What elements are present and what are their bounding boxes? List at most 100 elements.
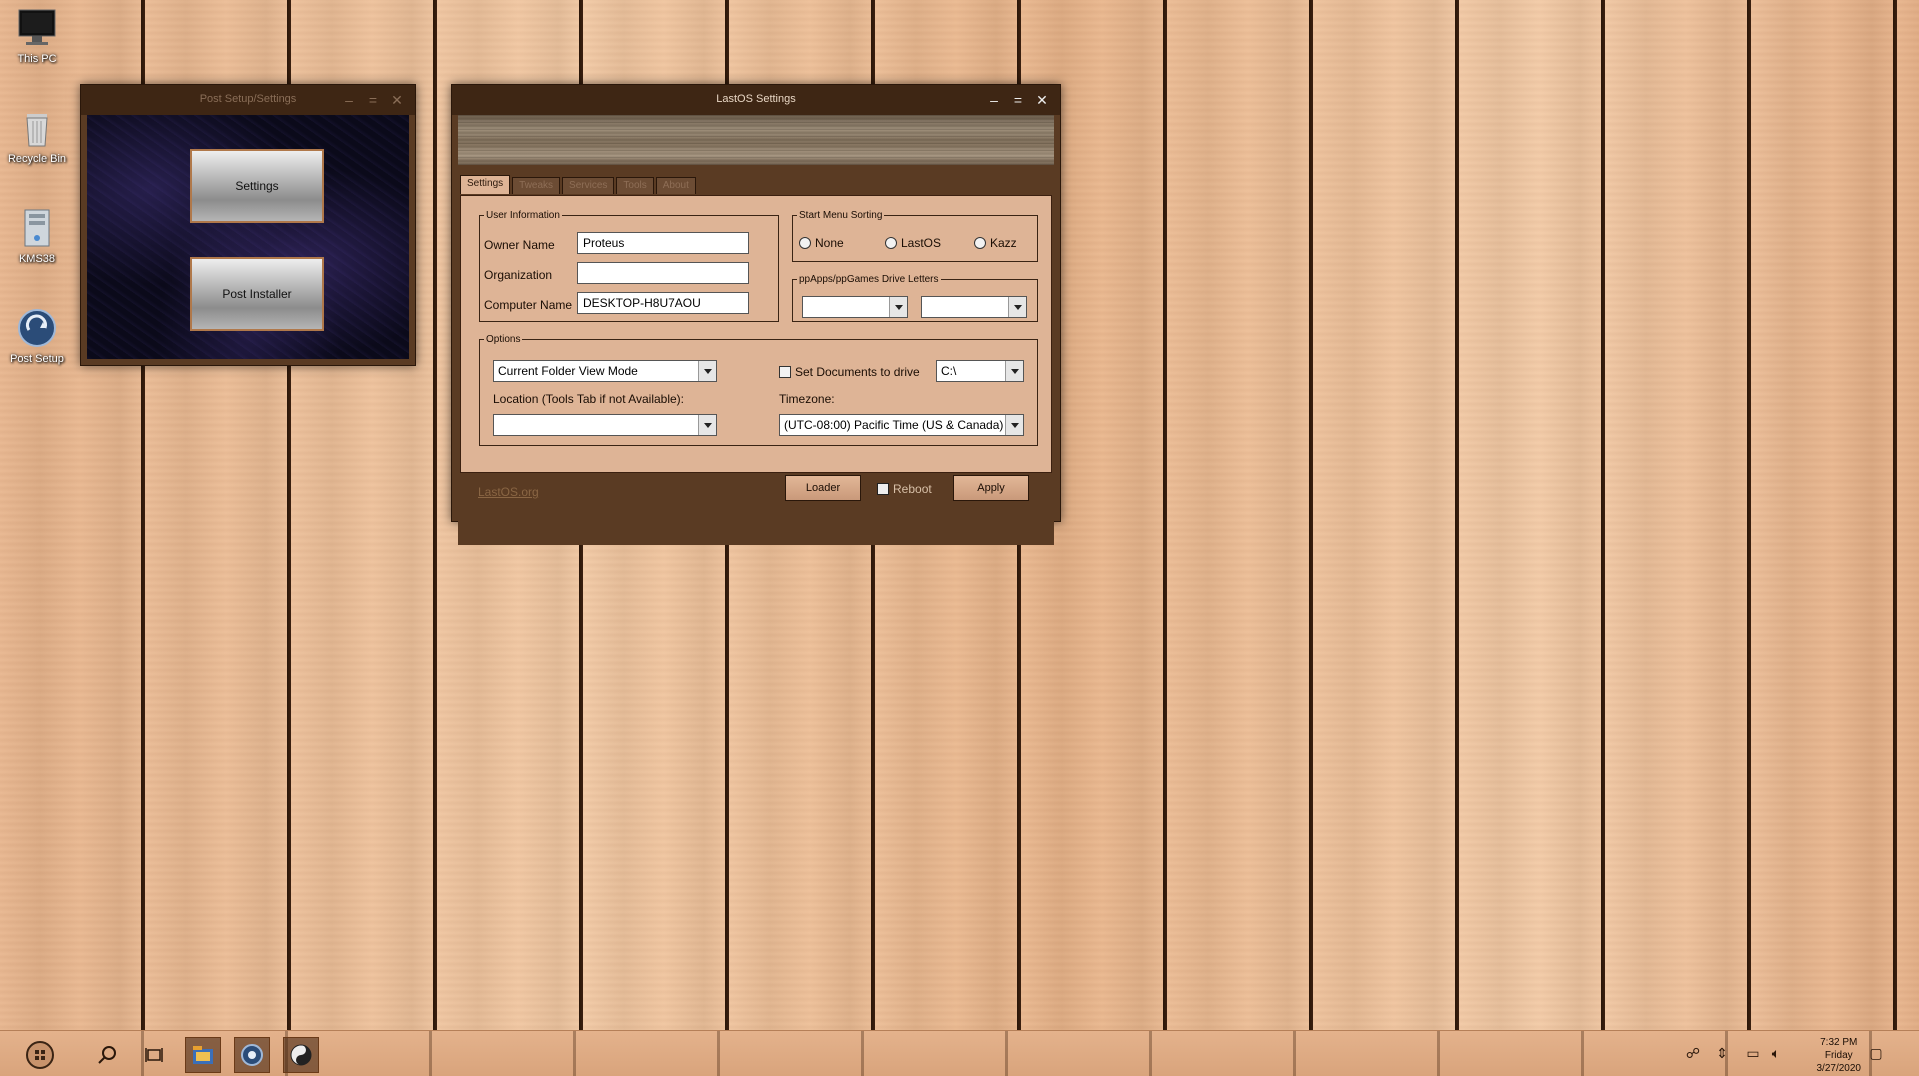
radio-label: Kazz — [990, 236, 1017, 250]
timezone-label: Timezone: — [779, 392, 835, 406]
radio-lastos[interactable]: LastOS — [885, 236, 941, 250]
title-bar: Post Setup/Settings – = ✕ — [81, 85, 415, 115]
search-button[interactable] — [89, 1037, 125, 1073]
organization-label: Organization — [484, 268, 553, 282]
settings-button[interactable]: Settings — [190, 149, 324, 223]
tab-settings[interactable]: Settings — [460, 175, 511, 194]
close-icon[interactable]: ✕ — [1030, 89, 1054, 111]
desktop-icon-recycle-bin[interactable]: Recycle Bin — [6, 106, 68, 165]
wood-banner — [458, 115, 1054, 165]
start-button[interactable] — [22, 1037, 58, 1073]
task-view-button[interactable] — [136, 1037, 172, 1073]
chevron-down-icon — [1008, 297, 1026, 317]
location-select[interactable] — [493, 414, 717, 436]
owner-name-label: Owner Name — [484, 238, 555, 252]
radio-label: None — [815, 236, 844, 250]
desktop-icon-kms38[interactable]: KMS38 — [6, 206, 68, 265]
checkbox-label: Reboot — [893, 482, 932, 496]
timezone-select[interactable]: (UTC-08:00) Pacific Time (US & Canada) — [779, 414, 1024, 436]
location-label: Location (Tools Tab if not Available): — [493, 392, 685, 406]
checkbox-icon — [779, 366, 791, 378]
show-hidden-icons-icon[interactable]: ⇕ — [1713, 1044, 1731, 1062]
task-view-icon — [145, 1048, 163, 1062]
apply-button[interactable]: Apply — [953, 475, 1029, 501]
computer-name-input[interactable]: DESKTOP-H8U7AOU — [577, 292, 749, 314]
radio-circle-icon — [799, 237, 811, 249]
taskbar-app-explorer[interactable] — [185, 1037, 221, 1073]
select-value: Current Folder View Mode — [498, 364, 638, 378]
minimize-icon[interactable]: – — [337, 89, 361, 111]
tab-tools[interactable]: Tools — [616, 177, 654, 194]
close-icon[interactable]: ✕ — [385, 89, 409, 111]
people-icon[interactable]: ☍ — [1684, 1044, 1702, 1062]
desktop-icon-label: KMS38 — [18, 253, 56, 265]
volume-icon[interactable]: 🔈︎ — [1767, 1044, 1785, 1062]
radio-label: LastOS — [901, 236, 942, 250]
tab-tweaks[interactable]: Tweaks — [512, 177, 561, 194]
clock-time: 7:32 PM — [1820, 1037, 1858, 1048]
network-icon[interactable]: ▭ — [1744, 1044, 1762, 1062]
desktop-icon-label: Post Setup — [10, 353, 64, 365]
post-setup-icon — [241, 1044, 263, 1066]
radio-none[interactable]: None — [799, 236, 844, 250]
chevron-down-icon — [698, 415, 716, 435]
checkbox-label: Set Documents to drive — [795, 365, 920, 379]
lastos-settings-window: LastOS Settings – = ✕ Settings Tweaks Se… — [451, 84, 1061, 545]
folder-view-select[interactable]: Current Folder View Mode — [493, 360, 717, 382]
chevron-down-icon — [1005, 415, 1023, 435]
taskbar-app-lastos-settings[interactable] — [283, 1037, 319, 1073]
radio-circle-icon — [885, 237, 897, 249]
chevron-down-icon — [889, 297, 907, 317]
system-clock[interactable]: 7:32 PM Friday 3/27/2020 — [1817, 1036, 1862, 1075]
desktop-icon-label: This PC — [17, 53, 57, 65]
chevron-down-icon — [1005, 361, 1023, 381]
group-legend: User Information — [486, 210, 560, 221]
action-center-icon[interactable]: ▢ — [1867, 1044, 1885, 1062]
start-icon — [26, 1041, 54, 1069]
taskbar: ☍ ⇕ ▭ 🔈︎ 7:32 PM Friday 3/27/2020 ▢ — [0, 1030, 1919, 1076]
desktop-icon-label: Recycle Bin — [7, 153, 67, 165]
group-legend: Options — [486, 334, 521, 345]
post-setup-icon — [15, 306, 59, 350]
checkbox-icon — [877, 483, 889, 495]
clock-date: 3/27/2020 — [1816, 1063, 1862, 1074]
computer-name-label: Computer Name — [484, 298, 573, 312]
group-legend: ppApps/ppGames Drive Letters — [799, 274, 939, 285]
desktop-icon-post-setup[interactable]: Post Setup — [6, 306, 68, 365]
ppgames-drive-select[interactable] — [921, 296, 1027, 318]
post-setup-window: Post Setup/Settings – = ✕ Settings Post … — [80, 84, 416, 366]
kms-icon — [15, 206, 59, 250]
desktop-icon-this-pc[interactable]: This PC — [6, 6, 68, 65]
tab-strip: Settings Tweaks Services Tools About — [460, 175, 698, 194]
post-setup-background: Settings Post Installer — [87, 115, 409, 359]
window-title: LastOS Settings — [716, 93, 796, 105]
clock-day: Friday — [1824, 1050, 1853, 1061]
lastos-website-link[interactable]: LastOS.org — [478, 485, 539, 499]
monitor-icon — [15, 6, 59, 50]
minimize-icon[interactable]: – — [982, 89, 1006, 111]
select-value: C:\ — [941, 364, 957, 378]
group-legend: Start Menu Sorting — [799, 210, 883, 221]
ppapps-drive-select[interactable] — [802, 296, 908, 318]
settings-tab-content: User Information Owner Name Proteus Orga… — [460, 195, 1052, 473]
owner-name-input[interactable]: Proteus — [577, 232, 749, 254]
tab-services[interactable]: Services — [562, 177, 615, 194]
maximize-icon[interactable]: = — [361, 89, 385, 111]
reboot-checkbox[interactable]: Reboot — [877, 482, 932, 496]
recycle-bin-icon — [15, 106, 59, 150]
yin-yang-icon — [290, 1044, 312, 1066]
radio-circle-icon — [974, 237, 986, 249]
select-value: (UTC-08:00) Pacific Time (US & Canada) — [784, 418, 1004, 432]
organization-input[interactable] — [577, 262, 749, 284]
loader-button[interactable]: Loader — [785, 475, 861, 501]
radio-kazz[interactable]: Kazz — [974, 236, 1017, 250]
maximize-icon[interactable]: = — [1006, 89, 1030, 111]
set-documents-checkbox[interactable]: Set Documents to drive — [779, 365, 920, 379]
chevron-down-icon — [698, 361, 716, 381]
documents-drive-select[interactable]: C:\ — [936, 360, 1024, 382]
tab-about[interactable]: About — [655, 177, 696, 194]
search-icon — [98, 1046, 116, 1064]
title-bar: LastOS Settings – = ✕ — [452, 85, 1060, 115]
taskbar-app-post-setup[interactable] — [234, 1037, 270, 1073]
post-installer-button[interactable]: Post Installer — [190, 257, 324, 331]
